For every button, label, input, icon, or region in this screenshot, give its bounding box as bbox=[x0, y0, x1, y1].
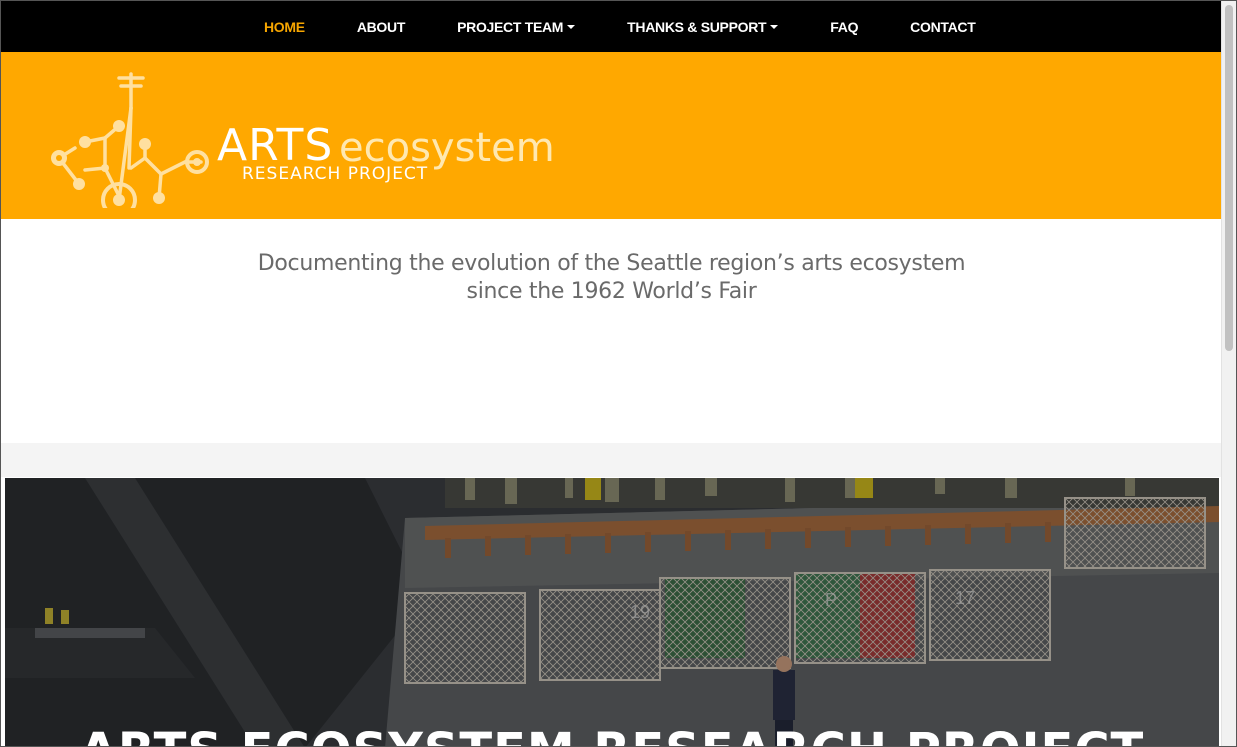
nav-faq[interactable]: FAQ bbox=[830, 19, 858, 35]
logo-subtitle: RESEARCH PROJECT bbox=[242, 164, 429, 184]
nav-thanks-support-label: THANKS & SUPPORT bbox=[627, 18, 767, 35]
hero-image: 19P17 ARTS ECOSYSTEM RESEARCH PROJECT bbox=[5, 478, 1219, 746]
nav-about[interactable]: ABOUT bbox=[356, 18, 406, 35]
page: HOME ABOUT PROJECT TEAM THANKS & SUPPORT… bbox=[1, 1, 1222, 746]
ecosystem-network-icon bbox=[51, 72, 209, 208]
browser-viewport: HOME ABOUT PROJECT TEAM THANKS & SUPPORT… bbox=[0, 0, 1237, 747]
vertical-scrollbar[interactable] bbox=[1221, 1, 1236, 746]
section-divider bbox=[1, 443, 1222, 477]
nav-home-label: HOME bbox=[264, 18, 305, 35]
tagline-line-1: Documenting the evolution of the Seattle… bbox=[257, 251, 966, 276]
hero-title: ARTS ECOSYSTEM RESEARCH PROJECT bbox=[5, 727, 1219, 746]
nav-about-label: ABOUT bbox=[356, 18, 406, 35]
nav-thanks-support[interactable]: THANKS & SUPPORT bbox=[627, 18, 779, 35]
logo-word-arts: ARTS bbox=[217, 120, 334, 171]
caret-down-icon bbox=[770, 24, 779, 29]
tagline-line-2: since the 1962 World’s Fair bbox=[466, 279, 757, 304]
caret-down-icon bbox=[567, 24, 576, 29]
ship-deck-photo: 19P 17 bbox=[5, 478, 1219, 746]
header-banner: ARTS ecosystem RESEARCH PROJECT bbox=[1, 52, 1222, 219]
nav-contact[interactable]: CONTACT bbox=[910, 18, 976, 35]
nav-faq-label: FAQ bbox=[830, 18, 859, 35]
main-navbar: HOME ABOUT PROJECT TEAM THANKS & SUPPORT… bbox=[1, 1, 1222, 52]
site-logo[interactable]: ARTS ecosystem RESEARCH PROJECT bbox=[45, 68, 565, 208]
scrollbar-thumb[interactable] bbox=[1225, 5, 1233, 351]
nav-project-team[interactable]: PROJECT TEAM bbox=[457, 18, 576, 35]
nav-contact-label: CONTACT bbox=[910, 18, 976, 35]
tagline-section: Documenting the evolution of the Seattle… bbox=[1, 219, 1222, 443]
logo-word-ecosystem: ecosystem bbox=[339, 125, 555, 171]
nav-project-team-label: PROJECT TEAM bbox=[457, 18, 564, 35]
nav-home[interactable]: HOME bbox=[264, 19, 305, 35]
